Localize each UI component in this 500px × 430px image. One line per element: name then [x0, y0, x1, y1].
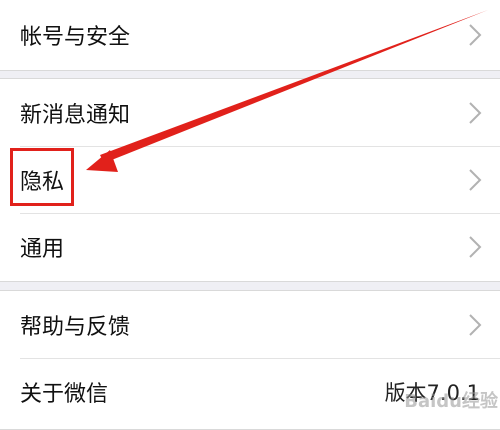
baidu-watermark: Baidu经验 — [404, 391, 498, 412]
help-feedback-label: 帮助与反馈 — [20, 314, 131, 340]
settings-group-main: 新消息通知 隐私 通用 — [0, 78, 500, 282]
settings-row-help-feedback[interactable]: 帮助与反馈 — [0, 291, 500, 358]
chevron-right-icon — [469, 168, 482, 191]
about-wechat-label: 关于微信 — [20, 381, 109, 407]
chevron-right-icon — [469, 24, 482, 46]
new-message-notify-label: 新消息通知 — [20, 102, 131, 128]
settings-row-account-security[interactable]: 帐号与安全 — [0, 0, 500, 70]
general-label: 通用 — [20, 236, 65, 262]
account-security-label: 帐号与安全 — [20, 25, 131, 50]
settings-row-privacy[interactable]: 隐私 — [0, 146, 500, 213]
chevron-right-icon — [469, 313, 482, 336]
settings-row-new-message-notify[interactable]: 新消息通知 — [0, 79, 500, 146]
chevron-right-icon — [469, 235, 482, 258]
annotation-highlight-box — [10, 148, 74, 206]
chevron-right-icon — [469, 101, 482, 124]
settings-row-general[interactable]: 通用 — [0, 213, 500, 280]
settings-group-account: 帐号与安全 — [0, 0, 500, 71]
